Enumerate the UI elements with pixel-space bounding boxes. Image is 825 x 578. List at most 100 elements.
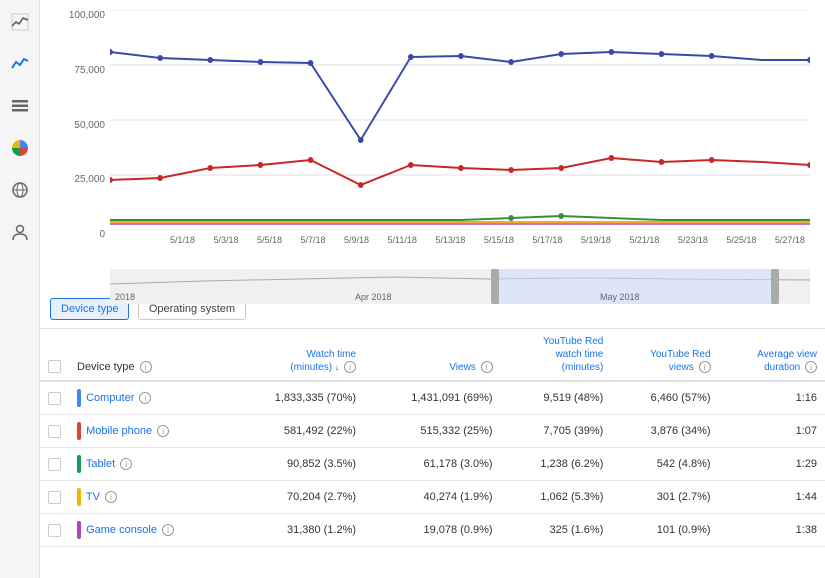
chart-svg — [110, 10, 810, 230]
x-label-13: 5/27/18 — [775, 235, 805, 245]
device-info-icon-1[interactable]: i — [157, 425, 169, 437]
row-yt-red-views-2: 542 (4.8%) — [611, 448, 718, 481]
sidebar-icon-5[interactable] — [8, 220, 32, 244]
data-table: Device type i Watch time(minutes) ↓ i Vi… — [40, 329, 825, 578]
row-avg-duration-1: 1:07 — [719, 415, 825, 448]
sidebar-icon-0[interactable] — [8, 10, 32, 34]
table-row: Mobile phone i 581,492 (22%) 515,332 (25… — [40, 415, 825, 448]
x-label-8: 5/17/18 — [532, 235, 562, 245]
row-watch-time-0: 1,833,335 (70%) — [228, 381, 365, 415]
row-select-4[interactable] — [48, 524, 61, 537]
row-views-2: 61,178 (3.0%) — [364, 448, 501, 481]
device-info-icon-2[interactable]: i — [120, 458, 132, 470]
row-views-3: 40,274 (1.9%) — [364, 481, 501, 514]
x-label-10: 5/21/18 — [629, 235, 659, 245]
header-yt-red-watch: YouTube Redwatch time(minutes) — [501, 329, 612, 381]
row-checkbox-4 — [40, 514, 69, 547]
sidebar-icon-4[interactable] — [8, 178, 32, 202]
sort-icon[interactable]: ↓ — [335, 362, 340, 372]
row-yt-red-views-1: 3,876 (34%) — [611, 415, 718, 448]
row-avg-duration-4: 1:38 — [719, 514, 825, 547]
row-avg-duration-2: 1:29 — [719, 448, 825, 481]
x-label-5: 5/11/18 — [388, 235, 417, 245]
device-info-icon-3[interactable]: i — [105, 491, 117, 503]
device-info-icon-4[interactable]: i — [162, 524, 174, 536]
device-info-icon-0[interactable]: i — [139, 392, 151, 404]
row-views-4: 19,078 (0.9%) — [364, 514, 501, 547]
header-avg-duration: Average viewduration i — [719, 329, 825, 381]
row-watch-time-1: 581,492 (22%) — [228, 415, 365, 448]
sidebar — [0, 0, 40, 578]
y-label-4: 0 — [99, 229, 105, 240]
timeline-handle-right[interactable] — [771, 269, 779, 304]
row-watch-time-2: 90,852 (3.5%) — [228, 448, 365, 481]
sidebar-icon-3[interactable] — [8, 136, 32, 160]
x-label-11: 5/23/18 — [678, 235, 708, 245]
row-yt-red-watch-4: 325 (1.6%) — [501, 514, 612, 547]
y-label-0: 100,000 — [69, 10, 105, 21]
device-color-bar-1 — [77, 422, 81, 440]
select-all-checkbox[interactable] — [48, 360, 61, 373]
table-row: Game console i 31,380 (1.2%) 19,078 (0.9… — [40, 514, 825, 547]
chart-area: 100,000 75,000 50,000 25,000 0 — [40, 0, 825, 290]
row-select-0[interactable] — [48, 392, 61, 405]
x-label-0: 5/1/18 — [170, 235, 195, 245]
device-name-1[interactable]: Mobile phone — [86, 425, 152, 437]
timeline-label-0: 2018 — [115, 292, 135, 302]
row-yt-red-watch-0: 9,519 (48%) — [501, 381, 612, 415]
row-checkbox-1 — [40, 415, 69, 448]
device-color-bar-3 — [77, 488, 81, 506]
row-select-2[interactable] — [48, 458, 61, 471]
row-device-0: Computer i — [69, 381, 228, 415]
sidebar-icon-1[interactable] — [8, 52, 32, 76]
table-row: Computer i 1,833,335 (70%) 1,431,091 (69… — [40, 381, 825, 415]
device-name-0[interactable]: Computer — [86, 392, 134, 404]
header-device-type: Device type i — [69, 329, 228, 381]
avg-duration-info-icon[interactable]: i — [805, 361, 817, 373]
timeline-handle-left[interactable] — [491, 269, 499, 304]
row-device-2: Tablet i — [69, 448, 228, 481]
row-device-4: Game console i — [69, 514, 228, 547]
line-chart: 5/1/18 5/3/18 5/5/18 5/7/18 5/9/18 5/11/… — [110, 10, 810, 265]
x-label-12: 5/25/18 — [726, 235, 756, 245]
row-watch-time-3: 70,204 (2.7%) — [228, 481, 365, 514]
device-type-info-icon[interactable]: i — [140, 361, 152, 373]
device-name-4[interactable]: Game console — [86, 524, 157, 536]
views-info-icon[interactable]: i — [481, 361, 493, 373]
device-color-bar-0 — [77, 389, 81, 407]
row-device-1: Mobile phone i — [69, 415, 228, 448]
x-axis: 5/1/18 5/3/18 5/5/18 5/7/18 5/9/18 5/11/… — [170, 235, 805, 245]
row-yt-red-watch-2: 1,238 (6.2%) — [501, 448, 612, 481]
timeline-label-2: May 2018 — [600, 292, 640, 302]
x-label-9: 5/19/18 — [581, 235, 611, 245]
row-checkbox-2 — [40, 448, 69, 481]
row-yt-red-views-4: 101 (0.9%) — [611, 514, 718, 547]
watch-time-info-icon[interactable]: i — [344, 361, 356, 373]
y-axis: 100,000 75,000 50,000 25,000 0 — [50, 10, 105, 240]
timeline-chart[interactable]: 2018 Apr 2018 May 2018 — [110, 269, 810, 304]
device-color-bar-2 — [77, 455, 81, 473]
row-watch-time-4: 31,380 (1.2%) — [228, 514, 365, 547]
y-label-3: 25,000 — [74, 174, 105, 185]
header-watch-time: Watch time(minutes) ↓ i — [228, 329, 365, 381]
timeline-label-1: Apr 2018 — [355, 292, 392, 302]
x-label-6: 5/13/18 — [435, 235, 465, 245]
header-views: Views i — [364, 329, 501, 381]
row-views-1: 515,332 (25%) — [364, 415, 501, 448]
device-name-2[interactable]: Tablet — [86, 458, 115, 470]
row-select-1[interactable] — [48, 425, 61, 438]
yt-red-views-info-icon[interactable]: i — [699, 361, 711, 373]
x-label-3: 5/7/18 — [301, 235, 326, 245]
table-row: TV i 70,204 (2.7%) 40,274 (1.9%) 1,062 (… — [40, 481, 825, 514]
table-row: Tablet i 90,852 (3.5%) 61,178 (3.0%) 1,2… — [40, 448, 825, 481]
device-name-3[interactable]: TV — [86, 491, 100, 503]
sidebar-icon-2[interactable] — [8, 94, 32, 118]
row-avg-duration-3: 1:44 — [719, 481, 825, 514]
x-label-2: 5/5/18 — [257, 235, 282, 245]
row-yt-red-views-3: 301 (2.7%) — [611, 481, 718, 514]
row-yt-red-watch-1: 7,705 (39%) — [501, 415, 612, 448]
row-select-3[interactable] — [48, 491, 61, 504]
y-label-2: 50,000 — [74, 120, 105, 131]
row-checkbox-3 — [40, 481, 69, 514]
header-checkbox — [40, 329, 69, 381]
